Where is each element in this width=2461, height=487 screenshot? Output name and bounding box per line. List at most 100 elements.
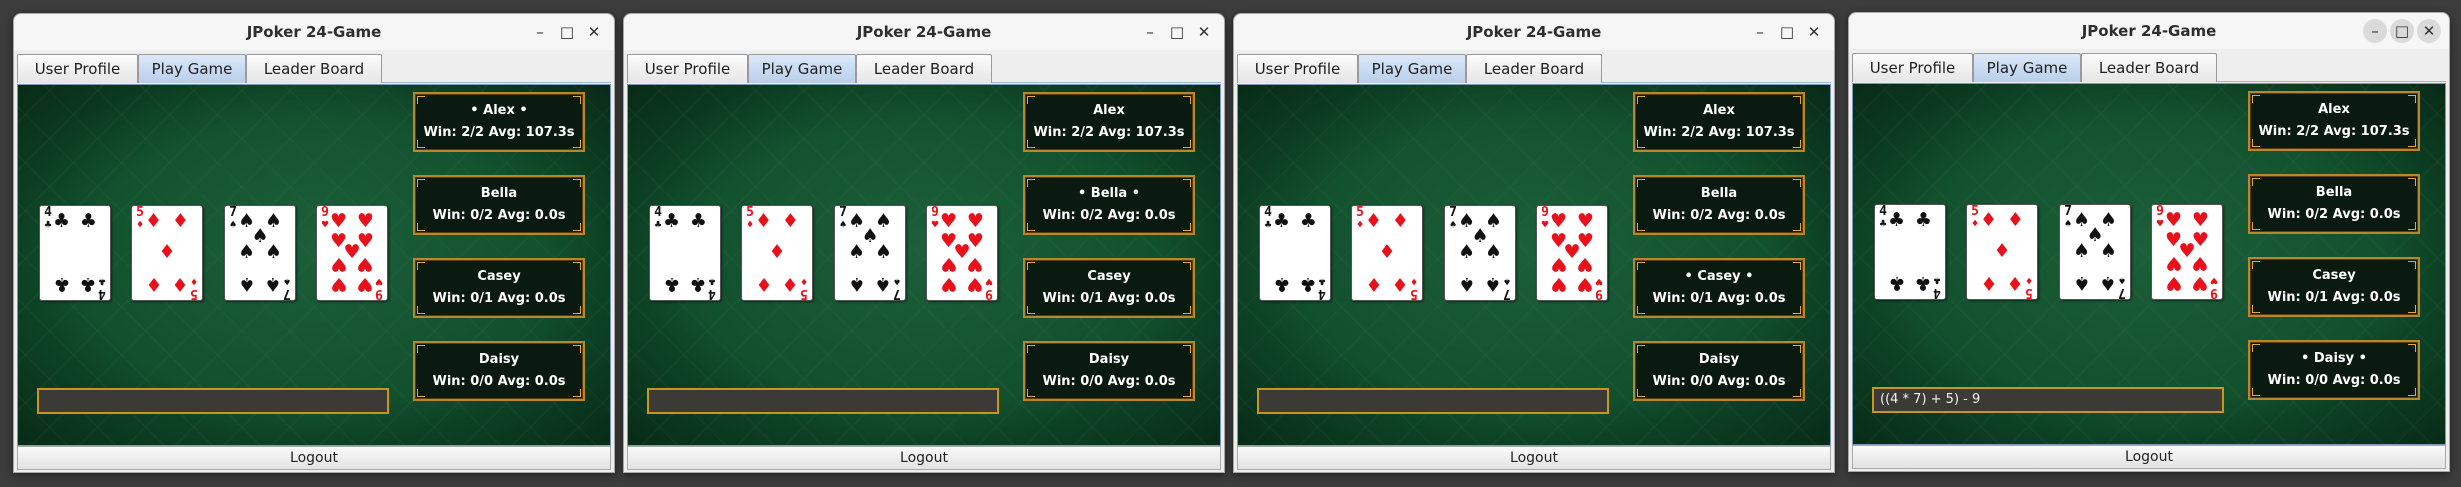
playing-card: 4 ♣ 4 ♣ ♣ ♣ ♣ ♣ <box>1874 204 1946 300</box>
window-title: JPoker 24-Game <box>856 23 992 41</box>
expression-input[interactable] <box>37 388 389 414</box>
playing-card: 4 ♣ 4 ♣ ♣ ♣ ♣ ♣ <box>39 205 111 301</box>
card-pip-icon: ♥ <box>940 273 958 296</box>
player-name: • Alex • <box>470 103 528 118</box>
logout-button[interactable]: Logout <box>627 446 1221 470</box>
logout-button[interactable]: Logout <box>17 446 611 470</box>
card-rank: 4 <box>1318 286 1326 301</box>
logout-button[interactable]: Logout <box>1852 445 2446 469</box>
card-pip-icon: ♠ <box>1484 241 1502 263</box>
card-pip-icon: ♥ <box>1550 252 1568 275</box>
card-pip-icon: ♠ <box>1458 273 1476 296</box>
maximize-icon[interactable]: □ <box>555 20 579 44</box>
game-window: JPoker 24-Game – □ ✕ User Profile Play G… <box>1233 13 1835 473</box>
player-name: Bella <box>2315 185 2353 200</box>
card-rank: 5 <box>1410 286 1418 301</box>
player-name: Casey <box>477 269 521 284</box>
card-rank: 7 <box>2118 285 2126 300</box>
logout-button[interactable]: Logout <box>1237 446 1831 470</box>
playing-card: 7 ♠ 7 ♠ ♠ ♠ ♠ ♠ ♠ ♠ ♠ <box>224 205 296 301</box>
playing-card: 5 ♦ 5 ♦ ♦ ♦ ♦ ♦ ♦ <box>741 205 813 301</box>
card-pip-icon: ♥ <box>966 252 984 275</box>
card-pip-icon: ♥ <box>966 273 984 296</box>
card-pip-icon: ♣ <box>79 209 97 232</box>
close-icon[interactable]: ✕ <box>1192 20 1216 44</box>
card-rank: 7 <box>283 286 291 301</box>
game-window: JPoker 24-Game – □ ✕ User Profile Play G… <box>13 13 615 473</box>
card-rank: 7 <box>1503 286 1511 301</box>
card-pip-icon: ♣ <box>1888 208 1906 231</box>
card-rank: 9 <box>2210 285 2218 300</box>
tab-user-profile[interactable]: User Profile <box>1852 53 1973 82</box>
card-pip-icon: ♥ <box>330 209 348 232</box>
player-stats: Win: 2/2 Avg: 107.3s <box>1643 125 1795 140</box>
tab-bar: User Profile Play Game Leader Board <box>17 52 611 83</box>
card-pip-icon: ♣ <box>1273 273 1291 296</box>
tab-bar: User Profile Play Game Leader Board <box>1237 52 1831 83</box>
card-pip-icon: ♠ <box>2099 240 2117 262</box>
card-pip-icon: ♦ <box>755 209 773 232</box>
close-icon[interactable]: ✕ <box>1802 20 1826 44</box>
player-panel: • Alex • Win: 2/2 Avg: 107.3s <box>413 92 585 152</box>
card-pip-icon: ♥ <box>1576 209 1594 232</box>
playing-card: 7 ♠ 7 ♠ ♠ ♠ ♠ ♠ ♠ ♠ ♠ <box>834 205 906 301</box>
card-pip-icon: ♦ <box>1378 241 1396 263</box>
title-bar[interactable]: JPoker 24-Game – □ ✕ <box>1234 14 1834 50</box>
tab-leader-board[interactable]: Leader Board <box>856 54 992 83</box>
tab-play-game[interactable]: Play Game <box>748 54 856 83</box>
expression-input[interactable]: ((4 * 7) + 5) - 9 <box>1872 387 2224 413</box>
card-pip-icon: ♦ <box>171 273 189 296</box>
player-name: • Casey • <box>1684 269 1754 284</box>
tab-leader-board[interactable]: Leader Board <box>246 54 382 83</box>
card-pip-icon: ♣ <box>1914 272 1932 295</box>
player-name: Alex <box>2318 102 2350 117</box>
minimize-icon[interactable]: – <box>2363 19 2387 43</box>
card-pip-icon: ♣ <box>1299 273 1317 296</box>
card-pip-icon: ♦ <box>145 209 163 232</box>
player-stats: Win: 0/2 Avg: 0.0s <box>1042 208 1176 223</box>
card-rank: 9 <box>375 286 383 301</box>
tab-user-profile[interactable]: User Profile <box>1237 54 1358 83</box>
minimize-icon[interactable]: – <box>1138 20 1162 44</box>
tab-user-profile[interactable]: User Profile <box>17 54 138 83</box>
player-panel: Alex Win: 2/2 Avg: 107.3s <box>2248 91 2420 151</box>
player-name: Daisy <box>1088 352 1130 367</box>
maximize-icon[interactable]: □ <box>1775 20 1799 44</box>
maximize-icon[interactable]: □ <box>1165 20 1189 44</box>
playing-card: 4 ♣ 4 ♣ ♣ ♣ ♣ ♣ <box>1259 205 1331 301</box>
tab-user-profile[interactable]: User Profile <box>627 54 748 83</box>
game-table: 4 ♣ 4 ♣ ♣ ♣ ♣ ♣ 5 ♦ 5 ♦ ♦ ♦ ♦ ♦ ♦ 7 ♠ 7 ♠ ♠ ♠ ♠ ♠ ♠ ♠ ♠ 9 ♥ 9 ♥ ♥ ♥ ♥ ♥ ♥… <box>1237 84 1831 446</box>
minimize-icon[interactable]: – <box>1748 20 1772 44</box>
tab-play-game[interactable]: Play Game <box>138 54 246 83</box>
player-stats: Win: 2/2 Avg: 107.3s <box>1033 125 1185 140</box>
expression-input[interactable] <box>1257 388 1609 414</box>
tab-play-game[interactable]: Play Game <box>1973 53 2081 82</box>
expression-input[interactable] <box>647 388 999 414</box>
tab-leader-board[interactable]: Leader Board <box>2081 53 2217 82</box>
card-pip-icon: ♥ <box>356 273 374 296</box>
card-pip-icon: ♣ <box>53 209 71 232</box>
card-rank: 9 <box>985 286 993 301</box>
maximize-icon[interactable]: □ <box>2390 19 2414 43</box>
card-pip-icon: ♦ <box>1980 272 1998 295</box>
card-pip-icon: ♥ <box>940 209 958 232</box>
card-pip-icon: ♠ <box>2073 240 2091 262</box>
title-bar[interactable]: JPoker 24-Game – □ ✕ <box>1849 13 2449 49</box>
title-bar[interactable]: JPoker 24-Game – □ ✕ <box>624 14 1224 50</box>
player-stats: Win: 0/1 Avg: 0.0s <box>2267 290 2401 305</box>
card-rank: 4 <box>1933 285 1941 300</box>
title-bar[interactable]: JPoker 24-Game – □ ✕ <box>14 14 614 50</box>
close-icon[interactable]: ✕ <box>2417 19 2441 43</box>
minimize-icon[interactable]: – <box>528 20 552 44</box>
card-pip-icon: ♠ <box>1458 241 1476 263</box>
card-pip-icon: ♥ <box>2165 272 2183 295</box>
close-icon[interactable]: ✕ <box>582 20 606 44</box>
tab-play-game[interactable]: Play Game <box>1358 54 1466 83</box>
card-pip-icon: ♥ <box>940 252 958 275</box>
player-panel: • Daisy • Win: 0/0 Avg: 0.0s <box>2248 340 2420 400</box>
player-name: Alex <box>1093 103 1125 118</box>
player-stats: Win: 0/2 Avg: 0.0s <box>1652 208 1786 223</box>
tab-leader-board[interactable]: Leader Board <box>1466 54 1602 83</box>
card-pip-icon: ♥ <box>2165 208 2183 231</box>
player-panel: • Bella • Win: 0/2 Avg: 0.0s <box>1023 175 1195 235</box>
